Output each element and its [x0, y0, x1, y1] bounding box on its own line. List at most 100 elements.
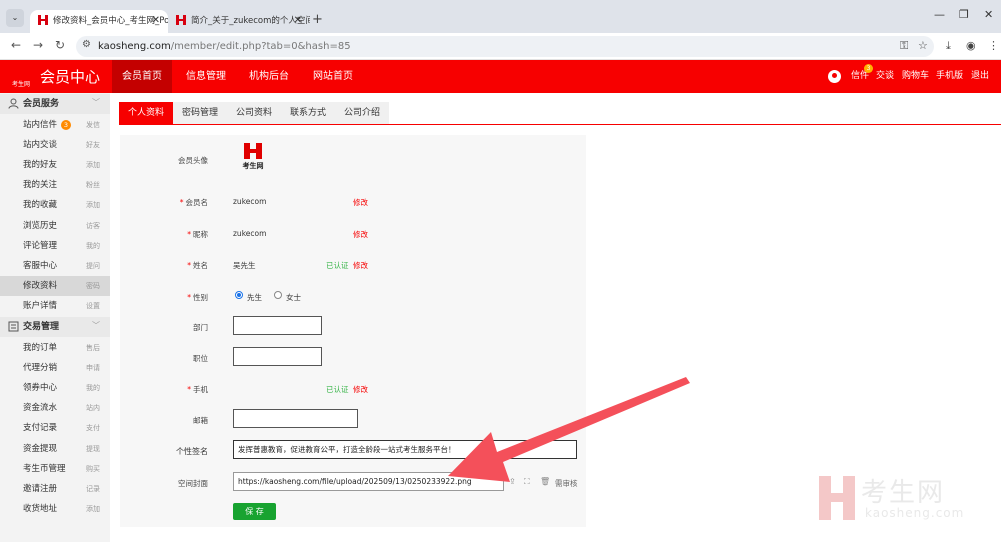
edit-nickname-link[interactable]: 修改	[353, 229, 368, 240]
browser-tab-active[interactable]: 修改资料_会员中心_考生网_Po ✕	[30, 10, 168, 33]
sidebar-item-sublink[interactable]: 添加	[86, 155, 100, 175]
save-button[interactable]: 保 存	[233, 503, 276, 520]
position-input[interactable]	[233, 347, 322, 366]
sidebar-item-items1-8[interactable]: 修改资料 密码	[0, 275, 110, 296]
close-tab-icon[interactable]: ✕	[294, 10, 302, 32]
avatar-label: 会员头像	[178, 156, 208, 165]
tab-company-info[interactable]: 公司资料	[227, 102, 281, 124]
document-icon	[8, 321, 19, 332]
sidebar-item-sublink[interactable]: 支付	[86, 418, 100, 438]
gender-male-label: 先生	[247, 293, 262, 302]
mobile-link[interactable]: 手机版	[936, 60, 963, 93]
minimize-icon[interactable]: —	[934, 8, 945, 21]
sidebar-item-sublink[interactable]: 售后	[86, 338, 100, 358]
sidebar-item-items1-7[interactable]: 客服中心 提问	[0, 256, 110, 276]
sidebar-item-sublink[interactable]: 粉丝	[86, 175, 100, 195]
sidebar-item-sublink[interactable]: 好友	[86, 135, 100, 155]
sidebar-item-sublink[interactable]: 密码	[86, 276, 100, 296]
sidebar-item-sublink[interactable]: 发信	[86, 115, 100, 135]
sidebar-item-sublink[interactable]: 访客	[86, 216, 100, 236]
download-icon[interactable]: ⤓	[946, 39, 951, 53]
restore-icon[interactable]: ❐	[959, 8, 969, 21]
edit-realname-link[interactable]: 修改	[353, 260, 368, 271]
sidebar-item-items1-5[interactable]: 浏览历史 访客	[0, 216, 110, 236]
sidebar-section-label: 会员服务	[23, 99, 60, 109]
sidebar-item-sublink[interactable]: 添加	[86, 195, 100, 215]
sidebar-item-items2-7[interactable]: 邀请注册 记录	[0, 479, 110, 499]
sidebar-section-trade-manage[interactable]: 交易管理 ﹀	[0, 317, 110, 337]
signature-input[interactable]: 发挥普惠教育，促进教育公平，打造全龄段一站式考生服务平台！	[233, 440, 577, 459]
sidebar-item-items1-2[interactable]: 我的好友 添加	[0, 155, 110, 175]
logout-link[interactable]: 退出	[971, 60, 989, 93]
user-avatar-icon[interactable]	[828, 70, 841, 83]
url-text: kaosheng.com/member/edit.php?tab=0&hash=…	[98, 41, 351, 52]
sidebar-item-items1-3[interactable]: 我的关注 粉丝	[0, 175, 110, 195]
sidebar-item-items1-9[interactable]: 账户详情 设置	[0, 296, 110, 316]
upload-icon[interactable]: ⇪	[509, 477, 516, 486]
sidebar-item-items2-1[interactable]: 代理分销 申请	[0, 358, 110, 378]
sidebar-item-items2-5[interactable]: 资金提现 提现	[0, 439, 110, 459]
sidebar-item-items2-4[interactable]: 支付记录 支付	[0, 418, 110, 438]
delete-icon[interactable]: 🗑	[540, 477, 550, 486]
sidebar-item-items2-8[interactable]: 收货地址 添加	[0, 499, 110, 519]
sidebar-item-items2-2[interactable]: 领券中心 我的	[0, 378, 110, 398]
site-header: 考生网 会员中心 会员首页 信息管理 机构后台 网站首页 信件 3 交谈 购物车…	[0, 60, 1001, 93]
email-input[interactable]	[233, 409, 358, 428]
sidebar-item-sublink[interactable]: 添加	[86, 499, 100, 519]
tab-contact[interactable]: 联系方式	[281, 102, 335, 124]
reload-icon[interactable]: ↻	[55, 38, 65, 52]
gender-male-radio[interactable]	[235, 291, 243, 299]
profile-icon[interactable]: ◉	[966, 39, 976, 52]
sidebar-item-sublink[interactable]: 我的	[86, 378, 100, 398]
gender-female-radio[interactable]	[274, 291, 282, 299]
back-icon[interactable]: ←	[11, 38, 21, 52]
nav-org-backend[interactable]: 机构后台	[239, 60, 299, 93]
sidebar-item-items1-4[interactable]: 我的收藏 添加	[0, 195, 110, 215]
nav-info-manage[interactable]: 信息管理	[176, 60, 236, 93]
sidebar-item-sublink[interactable]: 提问	[86, 256, 100, 276]
nickname-label: * 昵称	[187, 230, 208, 239]
chevron-down-icon: ﹀	[92, 98, 100, 107]
menu-icon[interactable]: ⋮	[988, 39, 999, 52]
sidebar-item-items2-3[interactable]: 资金流水 站内	[0, 398, 110, 418]
department-input[interactable]	[233, 316, 322, 335]
browser-tab[interactable]: 简介_关于_zukecom的个人空间 ✕	[168, 10, 310, 33]
nav-member-home[interactable]: 会员首页	[112, 60, 172, 93]
close-window-icon[interactable]: ✕	[984, 8, 993, 21]
new-tab-icon[interactable]: +	[312, 10, 323, 30]
tab-password[interactable]: 密码管理	[173, 102, 227, 124]
sidebar-item-sublink[interactable]: 设置	[86, 296, 100, 316]
sidebar-item-sublink[interactable]: 记录	[86, 479, 100, 499]
cart-link[interactable]: 购物车	[902, 60, 929, 93]
key-icon[interactable]: ⚿	[900, 39, 908, 53]
sidebar-item-items1-0[interactable]: 站内信件 3 发信	[0, 115, 110, 135]
sidebar-item-label: 浏览历史	[23, 220, 58, 231]
cover-url-input[interactable]: https://kaosheng.com/file/upload/202509/…	[233, 472, 504, 491]
sidebar-item-items2-6[interactable]: 考生币管理 购买	[0, 459, 110, 479]
bookmark-star-icon[interactable]: ☆	[918, 39, 928, 52]
nav-site-home[interactable]: 网站首页	[303, 60, 363, 93]
sidebar-item-sublink[interactable]: 购买	[86, 459, 100, 479]
tab-company-intro[interactable]: 公司介绍	[335, 102, 389, 124]
sidebar-item-sublink[interactable]: 站内	[86, 398, 100, 418]
chat-link[interactable]: 交谈	[876, 60, 894, 93]
sidebar-item-items1-6[interactable]: 评论管理 我的	[0, 236, 110, 256]
sidebar-item-sublink[interactable]: 提现	[86, 439, 100, 459]
sidebar-item-items1-1[interactable]: 站内交谈 好友	[0, 135, 110, 155]
edit-phone-link[interactable]: 修改	[353, 384, 368, 395]
crop-icon[interactable]: ⛶	[524, 477, 530, 487]
sidebar-section-member-services[interactable]: 会员服务 ﹀	[0, 94, 110, 114]
address-bar[interactable]: ⚙ kaosheng.com/member/edit.php?tab=0&has…	[76, 36, 934, 57]
site-info-icon[interactable]: ⚙	[82, 39, 91, 50]
tab-personal-info[interactable]: 个人资料	[119, 102, 173, 124]
sidebar-item-label: 收货地址	[23, 503, 58, 514]
avatar-image[interactable]: 考生网	[240, 143, 266, 175]
tab-list-button[interactable]: ⌄	[6, 9, 24, 27]
sidebar-item-sublink[interactable]: 申请	[86, 358, 100, 378]
sidebar-item-sublink[interactable]: 我的	[86, 236, 100, 256]
site-logo[interactable]: 考生网	[12, 79, 30, 88]
sidebar-item-items2-0[interactable]: 我的订单 售后	[0, 338, 110, 358]
edit-username-link[interactable]: 修改	[353, 197, 368, 208]
close-tab-icon[interactable]: ✕	[152, 10, 160, 32]
forward-icon[interactable]: →	[33, 38, 43, 52]
